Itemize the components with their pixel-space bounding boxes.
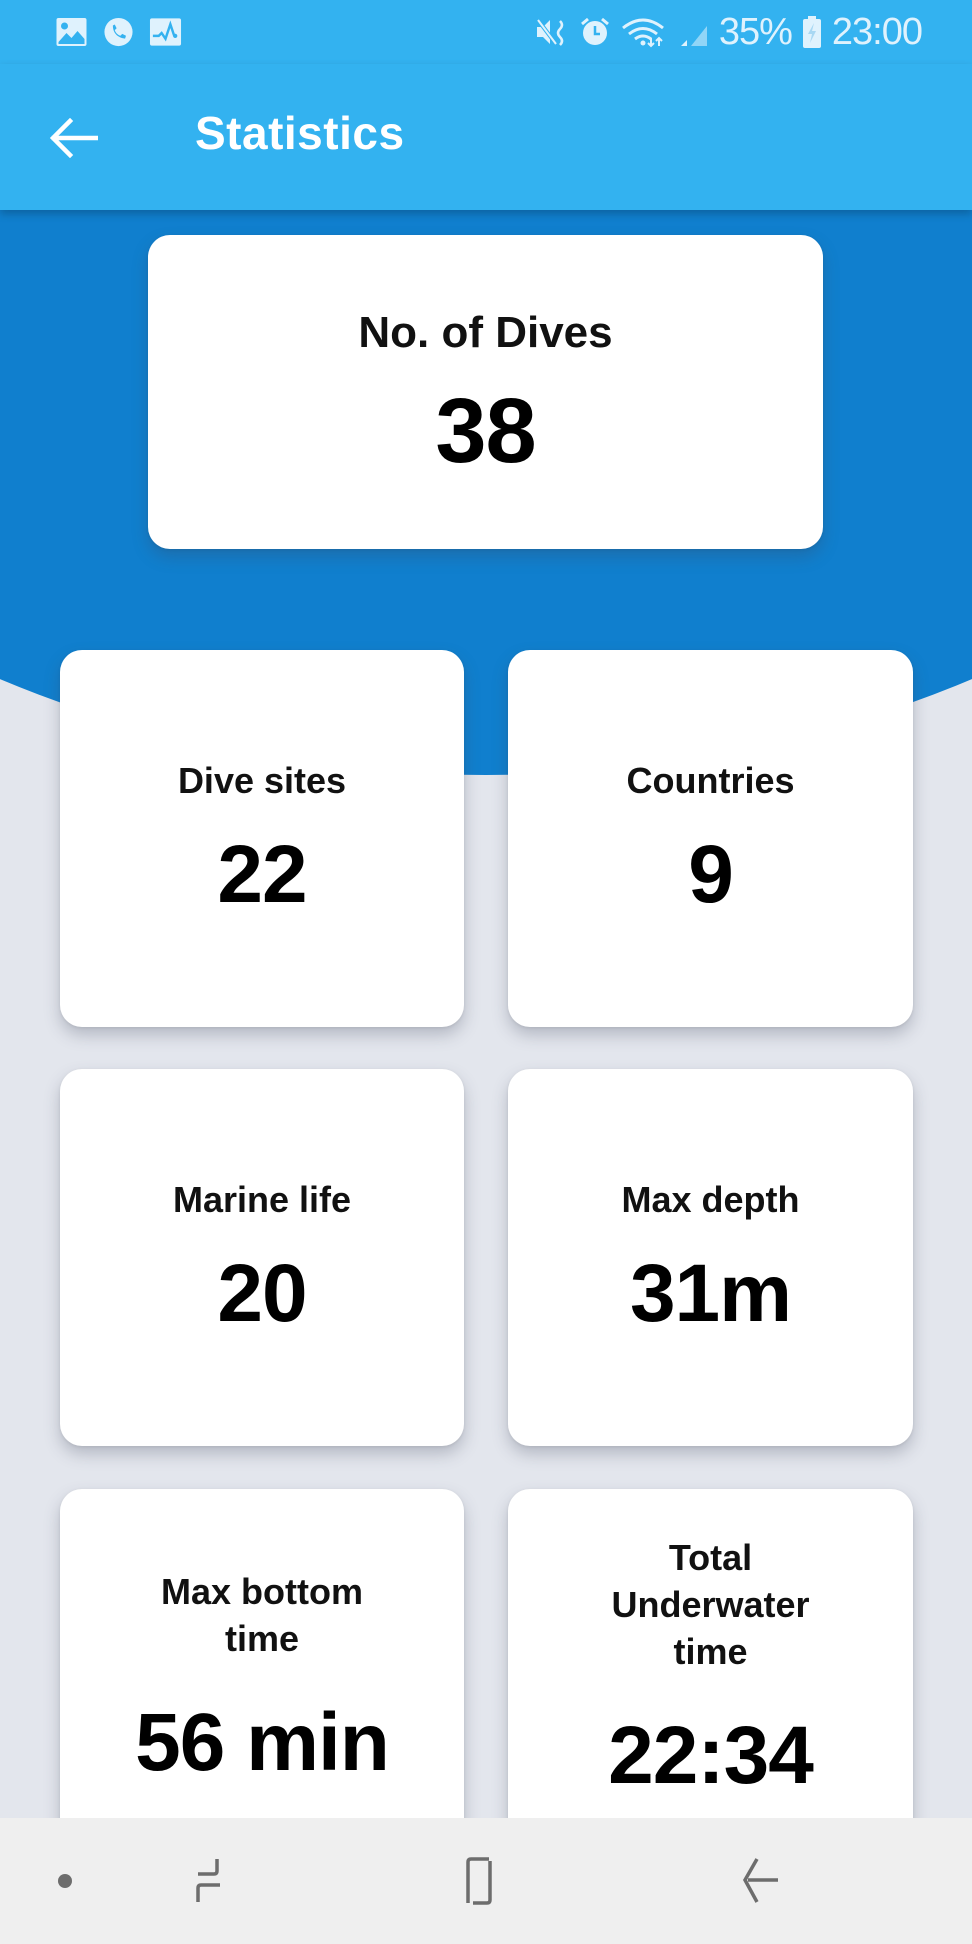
stat-card-no-of-dives[interactable]: No. of Dives 38 bbox=[148, 235, 823, 549]
recent-apps-button[interactable] bbox=[185, 1846, 245, 1916]
stat-value: 38 bbox=[435, 379, 536, 482]
stat-card-max-depth[interactable]: Max depth 31m bbox=[508, 1069, 913, 1446]
clock: 23:00 bbox=[831, 10, 923, 53]
stat-label: Max depth bbox=[621, 1179, 800, 1220]
stat-label: Max bottom time bbox=[161, 1570, 363, 1659]
stat-card-marine-life[interactable]: Marine life 20 bbox=[60, 1069, 464, 1446]
stat-card-max-bottom-time[interactable]: Max bottom time 56 min bbox=[60, 1489, 464, 1866]
phone-call-icon bbox=[104, 17, 133, 47]
stat-value: 20 bbox=[217, 1248, 307, 1339]
system-back-button[interactable] bbox=[730, 1846, 790, 1916]
stat-label: Marine life bbox=[172, 1179, 352, 1220]
system-nav-bar bbox=[0, 1818, 972, 1944]
back-icon bbox=[742, 1858, 778, 1903]
stat-value: 31m bbox=[629, 1248, 792, 1339]
status-bar: 35% 23:00 bbox=[0, 0, 972, 64]
stat-card-dive-sites[interactable]: Dive sites 22 bbox=[60, 650, 464, 1027]
stat-value: 9 bbox=[688, 829, 734, 920]
stat-value: 22:34 bbox=[608, 1710, 814, 1801]
stat-value: 22 bbox=[217, 829, 307, 920]
stat-label: No. of Dives bbox=[358, 307, 613, 357]
dot-indicator-icon bbox=[58, 1874, 72, 1888]
nav-dot-button[interactable] bbox=[50, 1846, 80, 1916]
home-button[interactable] bbox=[455, 1846, 515, 1916]
battery-percent: 35% bbox=[718, 10, 793, 53]
wifi-icon bbox=[621, 18, 664, 48]
stat-label: Total Underwater time bbox=[611, 1537, 810, 1672]
stat-label: Dive sites bbox=[177, 760, 347, 801]
vibrate-mute-icon bbox=[536, 18, 564, 46]
stat-card-total-underwater-time[interactable]: Total Underwater time 22:34 bbox=[508, 1489, 913, 1866]
gallery-icon bbox=[56, 18, 87, 46]
battery-charging-icon bbox=[802, 16, 821, 48]
stat-label: Countries bbox=[626, 760, 795, 801]
signal-icon bbox=[680, 26, 707, 46]
activity-icon bbox=[149, 18, 182, 46]
back-button[interactable] bbox=[44, 108, 104, 168]
app-bar: Statistics bbox=[0, 64, 972, 210]
arrow-left-icon bbox=[50, 118, 98, 158]
page-title: Statistics bbox=[195, 107, 405, 159]
home-icon bbox=[466, 1857, 492, 1905]
stat-value: 56 min bbox=[135, 1696, 390, 1788]
recent-apps-icon bbox=[196, 1859, 220, 1902]
alarm-icon bbox=[580, 17, 609, 45]
stat-card-countries[interactable]: Countries 9 bbox=[508, 650, 913, 1027]
